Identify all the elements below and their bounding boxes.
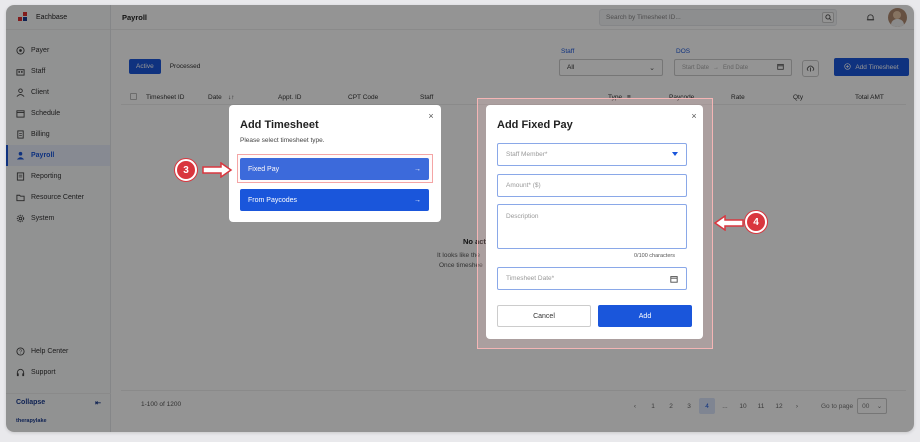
character-counter: 0/100 characters	[634, 253, 675, 259]
amount-placeholder: Amount* ($)	[506, 182, 541, 189]
step-3-arrow-icon	[202, 162, 233, 178]
description-placeholder: Description	[506, 213, 539, 220]
modal-title: Add Fixed Pay	[497, 119, 573, 131]
add-button[interactable]: Add	[598, 305, 692, 327]
arrow-right-icon: →	[414, 196, 421, 204]
add-fixed-pay-modal: × Add Fixed Pay Staff Member* Amount* ($…	[486, 105, 703, 339]
step-4-arrow-icon	[713, 215, 744, 231]
step-4-badge: 4	[745, 211, 767, 233]
amount-input[interactable]: Amount* ($)	[497, 174, 687, 197]
caret-down-icon	[672, 152, 678, 156]
step-3-highlight	[237, 154, 433, 183]
calendar-icon[interactable]	[670, 275, 678, 285]
from-paycodes-label: From Paycodes	[248, 196, 298, 204]
staff-member-select[interactable]: Staff Member*	[497, 143, 687, 166]
timesheet-date-input[interactable]: Timesheet Date*	[497, 267, 687, 290]
close-icon[interactable]: ×	[688, 110, 700, 122]
staff-member-placeholder: Staff Member*	[506, 151, 548, 158]
timesheet-date-placeholder: Timesheet Date*	[506, 275, 555, 282]
modal-title: Add Timesheet	[240, 119, 319, 131]
description-textarea[interactable]: Description	[497, 204, 687, 249]
cancel-button[interactable]: Cancel	[497, 305, 591, 327]
app-window: Eachbase Payer Staff Client Schedule Bil…	[6, 5, 914, 432]
close-icon[interactable]: ×	[425, 110, 437, 122]
step-3-badge: 3	[175, 159, 197, 181]
from-paycodes-button[interactable]: From Paycodes →	[240, 189, 429, 211]
modal-backdrop[interactable]	[6, 5, 914, 432]
modal-subtitle: Please select timesheet type.	[240, 137, 325, 144]
